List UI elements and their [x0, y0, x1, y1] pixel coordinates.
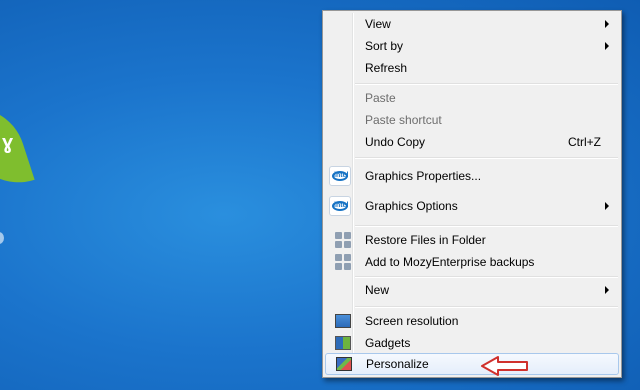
submenu-arrow-icon [605, 202, 609, 210]
menu-item-label: Paste [365, 91, 396, 105]
menu-item-label: Add to MozyEnterprise backups [365, 255, 535, 269]
submenu-arrow-icon [605, 20, 609, 28]
screen-resolution-icon [335, 314, 351, 328]
menu-item-undo-copy[interactable]: Undo Copy Ctrl+Z [325, 131, 619, 153]
menu-item-label: Paste shortcut [365, 113, 442, 127]
mozy-icon [335, 232, 351, 248]
red-arrow-icon [481, 356, 528, 376]
menu-item-label: Graphics Options [365, 199, 458, 213]
menu-separator [355, 157, 618, 159]
menu-separator [355, 225, 618, 227]
menu-separator [355, 276, 618, 278]
intel-icon: intel [329, 196, 351, 216]
menu-item-add-to-mozy[interactable]: Add to MozyEnterprise backups [325, 251, 619, 273]
submenu-arrow-icon [605, 42, 609, 50]
menu-item-graphics-properties[interactable]: intel Graphics Properties... [325, 161, 619, 191]
menu-item-new[interactable]: New [325, 279, 619, 301]
menu-item-label: Personalize [366, 357, 429, 371]
desktop-context-menu: View Sort by Refresh Paste Paste shortcu… [322, 10, 622, 378]
menu-item-label: New [365, 283, 390, 297]
menu-item-label: Screen resolution [365, 314, 459, 328]
gadgets-icon [335, 336, 351, 350]
menu-item-view[interactable]: View [325, 13, 619, 35]
wallpaper-bird-shape: ɣ [2, 132, 14, 154]
menu-item-label: Undo Copy [365, 135, 426, 149]
mozy-icon [335, 254, 351, 270]
menu-item-restore-files[interactable]: Restore Files in Folder [325, 229, 619, 251]
personalize-icon [336, 357, 352, 371]
menu-item-screen-resolution[interactable]: Screen resolution [325, 310, 619, 332]
intel-icon: intel [329, 166, 351, 186]
submenu-arrow-icon [605, 286, 609, 294]
menu-separator [355, 83, 618, 85]
menu-item-label: Gadgets [365, 336, 411, 350]
menu-item-label: Graphics Properties... [365, 169, 482, 183]
menu-separator [355, 306, 618, 308]
menu-item-graphics-options[interactable]: intel Graphics Options [325, 191, 619, 221]
menu-item-sort-by[interactable]: Sort by [325, 35, 619, 57]
menu-item-label: Refresh [365, 61, 408, 75]
menu-item-shortcut: Ctrl+Z [568, 135, 601, 149]
menu-item-label: Sort by [365, 39, 404, 53]
menu-item-paste[interactable]: Paste [325, 87, 619, 109]
menu-item-refresh[interactable]: Refresh [325, 57, 619, 79]
menu-item-label: Restore Files in Folder [365, 233, 486, 247]
menu-item-label: View [365, 17, 391, 31]
menu-item-personalize[interactable]: Personalize [325, 353, 619, 375]
menu-item-paste-shortcut[interactable]: Paste shortcut [325, 109, 619, 131]
wallpaper-swirl-shape [0, 232, 4, 244]
menu-item-gadgets[interactable]: Gadgets [325, 332, 619, 354]
